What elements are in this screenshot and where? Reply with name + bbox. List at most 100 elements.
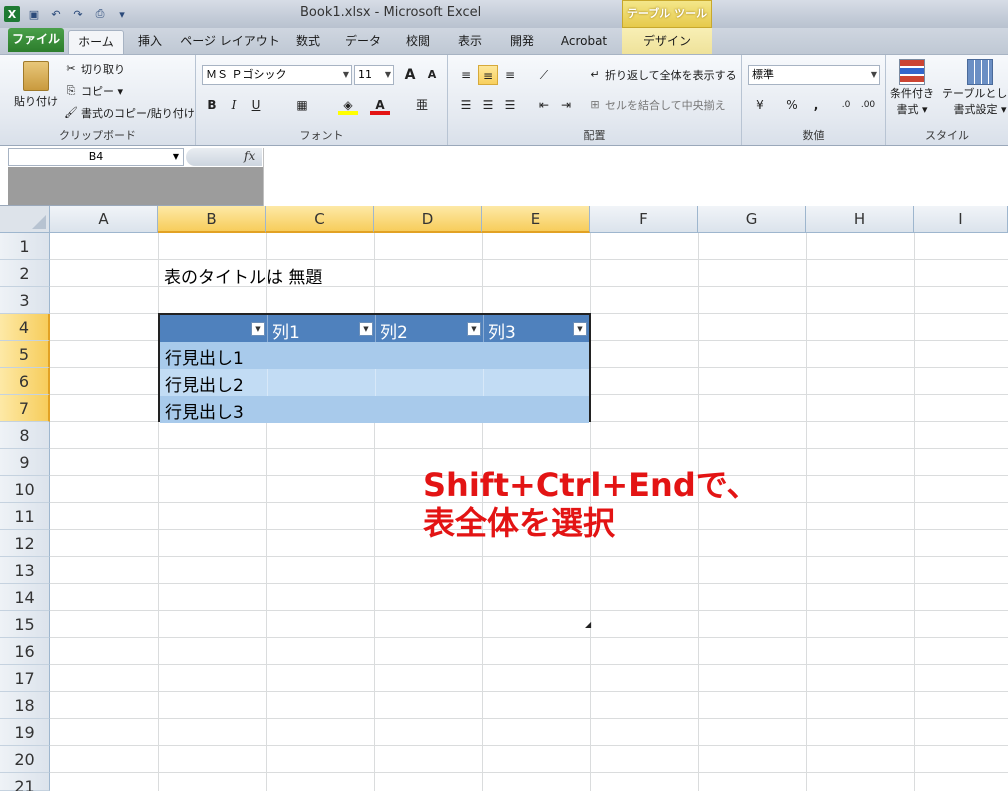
tab-review[interactable]: 校閲 (396, 30, 440, 54)
tab-formulas[interactable]: 数式 (286, 30, 330, 54)
name-box[interactable]: B4 ▼ (8, 148, 184, 166)
row-header[interactable]: 7 (0, 395, 50, 422)
font-color-icon[interactable]: A (370, 95, 390, 115)
phonetic-icon[interactable]: 亜 (412, 95, 432, 115)
cell-b2[interactable]: 表のタイトルは 無題 (164, 263, 322, 288)
shrink-font-button[interactable]: A (422, 65, 442, 85)
number-format-combo[interactable]: 標準 ▼ (748, 65, 880, 85)
excel-table[interactable]: ▼ 列1 ▼ 列2 ▼ 列3 ▼ 行見出し1 行見出し2 行見出し3 (158, 313, 591, 423)
row-header[interactable]: 9 (0, 449, 50, 476)
currency-icon[interactable]: ¥ (750, 95, 770, 115)
tab-acrobat[interactable]: Acrobat (552, 30, 616, 54)
formula-input[interactable] (263, 148, 1008, 206)
row-header[interactable]: 3 (0, 287, 50, 314)
column-header-b[interactable]: B (158, 206, 266, 233)
format-as-table-button[interactable]: テーブルとして 書式設定 ▾ (942, 59, 1008, 117)
column-header-d[interactable]: D (374, 206, 482, 233)
paste-button[interactable]: 貼り付け (14, 61, 58, 109)
column-header-h[interactable]: H (806, 206, 914, 233)
row-header[interactable]: 11 (0, 503, 50, 530)
tab-insert[interactable]: 挿入 (128, 30, 172, 54)
tab-home[interactable]: ホーム (68, 30, 124, 54)
conditional-formatting-button[interactable]: 条件付き 書式 ▾ (890, 59, 934, 117)
orientation-icon[interactable]: ⟋ (534, 65, 554, 85)
underline-button[interactable]: U (246, 95, 266, 115)
grow-font-button[interactable]: A (400, 65, 420, 85)
italic-button[interactable]: I (224, 95, 244, 115)
filter-dropdown-icon[interactable]: ▼ (251, 322, 265, 336)
copy-button[interactable]: ⎘ コピー ▾ (64, 83, 123, 99)
font-name-combo[interactable]: ＭＳ Ｐゴシック ▼ (202, 65, 352, 85)
wrap-text-button[interactable]: ↵ 折り返して全体を表示する (588, 67, 736, 83)
fill-color-icon[interactable]: ◈ (338, 95, 358, 115)
table-row[interactable]: 行見出し1 (160, 342, 589, 369)
row-header[interactable]: 4 (0, 314, 50, 341)
decrease-indent-icon[interactable]: ⇤ (534, 95, 554, 115)
align-middle-icon[interactable]: ≡ (478, 65, 498, 85)
row-header[interactable]: 12 (0, 530, 50, 557)
filter-dropdown-icon[interactable]: ▼ (359, 322, 373, 336)
filter-dropdown-icon[interactable]: ▼ (467, 322, 481, 336)
cut-button[interactable]: ✂ 切り取り (64, 61, 125, 77)
column-header-c[interactable]: C (266, 206, 374, 233)
align-right-icon[interactable]: ☰ (500, 95, 520, 115)
align-bottom-icon[interactable]: ≡ (500, 65, 520, 85)
number-group-label: 数値 (802, 129, 825, 142)
row-header[interactable]: 21 (0, 773, 50, 791)
tab-design[interactable]: デザイン (632, 30, 702, 54)
row-header[interactable]: 16 (0, 638, 50, 665)
column-header-i[interactable]: I (914, 206, 1008, 233)
align-center-icon[interactable]: ☰ (478, 95, 498, 115)
table-tools-context-label: テーブル ツール (622, 0, 712, 28)
save-icon[interactable]: ▣ (26, 6, 42, 22)
decrease-decimal-icon[interactable]: .00 (858, 95, 878, 115)
select-all-button[interactable] (0, 206, 50, 233)
font-size-combo[interactable]: 11 ▼ (354, 65, 394, 85)
insert-function-button[interactable]: fx (244, 149, 255, 163)
comma-button[interactable]: , (806, 95, 826, 115)
row-header[interactable]: 6 (0, 368, 50, 395)
column-header-a[interactable]: A (50, 206, 158, 233)
merge-center-button[interactable]: ⊞ セルを結合して中央揃え (588, 97, 725, 113)
print-preview-icon[interactable]: ⎙ (92, 6, 108, 22)
row-header[interactable]: 14 (0, 584, 50, 611)
align-left-icon[interactable]: ☰ (456, 95, 476, 115)
row-header[interactable]: 5 (0, 341, 50, 368)
column-header-e[interactable]: E (482, 206, 590, 233)
worksheet-grid[interactable]: A B C D E F G H I 1 2 3 4 5 6 7 8 9 10 1… (0, 206, 1008, 791)
row-header[interactable]: 1 (0, 233, 50, 260)
row-header[interactable]: 13 (0, 557, 50, 584)
borders-icon[interactable]: ▦ (292, 95, 312, 115)
row-header[interactable]: 2 (0, 260, 50, 287)
tab-developer[interactable]: 開発 (500, 30, 544, 54)
format-painter-button[interactable]: 🖌 書式のコピー/貼り付け (64, 105, 195, 121)
grid-line (50, 637, 1008, 638)
row-header[interactable]: 20 (0, 746, 50, 773)
row-header[interactable]: 19 (0, 719, 50, 746)
table-row[interactable]: 行見出し3 (160, 396, 589, 423)
row-header[interactable]: 10 (0, 476, 50, 503)
tab-data[interactable]: データ (338, 30, 388, 54)
increase-indent-icon[interactable]: ⇥ (556, 95, 576, 115)
column-header-g[interactable]: G (698, 206, 806, 233)
tab-file[interactable]: ファイル (8, 28, 64, 52)
row-header[interactable]: 15 (0, 611, 50, 638)
tab-view[interactable]: 表示 (448, 30, 492, 54)
row-header[interactable]: 8 (0, 422, 50, 449)
bold-button[interactable]: B (202, 95, 222, 115)
number-format-value: 標準 (752, 68, 774, 81)
row-header[interactable]: 18 (0, 692, 50, 719)
customize-icon[interactable]: ▾ (114, 6, 130, 22)
align-top-icon[interactable]: ≡ (456, 65, 476, 85)
table-resize-handle[interactable]: ◢ (585, 621, 593, 629)
redo-icon[interactable]: ↷ (70, 6, 86, 22)
table-row[interactable]: 行見出し2 (160, 369, 589, 396)
tab-page-layout[interactable]: ページ レイアウト (180, 30, 280, 54)
filter-dropdown-icon[interactable]: ▼ (573, 322, 587, 336)
column-header-f[interactable]: F (590, 206, 698, 233)
excel-logo-icon[interactable]: X (4, 6, 20, 22)
row-header[interactable]: 17 (0, 665, 50, 692)
percent-button[interactable]: % (782, 95, 802, 115)
increase-decimal-icon[interactable]: .0 (836, 95, 856, 115)
undo-icon[interactable]: ↶ (48, 6, 64, 22)
